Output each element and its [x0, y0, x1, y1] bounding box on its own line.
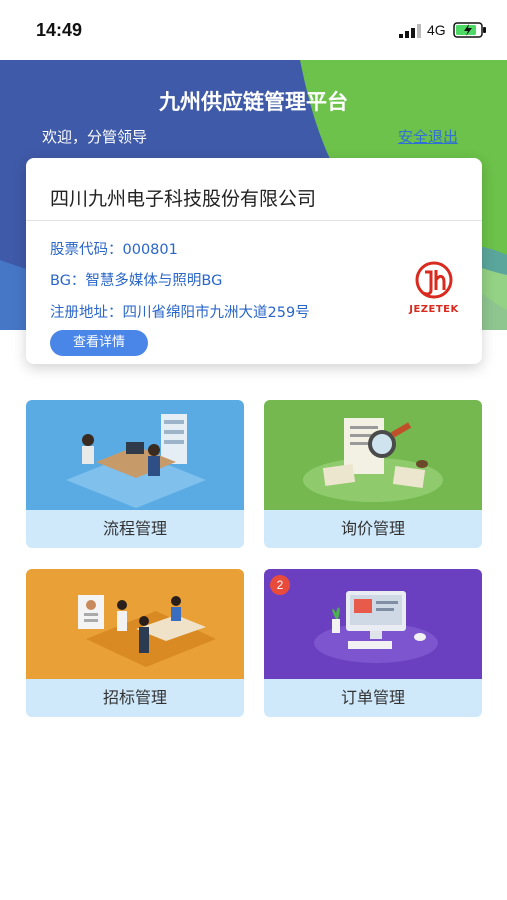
module-order-management[interactable]: 2 订单管理	[264, 569, 482, 717]
module-bidding-management[interactable]: 招标管理	[26, 569, 244, 717]
signal-icon	[399, 24, 421, 38]
card-divider	[26, 220, 482, 221]
company-name: 四川九州电子科技股份有限公司	[50, 188, 317, 210]
inquiry-magnifier-illustration	[264, 400, 482, 510]
welcome-text: 欢迎，分管领导	[42, 128, 148, 146]
module-label: 询价管理	[264, 510, 482, 548]
page-title: 九州供应链管理平台	[159, 90, 348, 114]
clock: 14:49	[36, 20, 83, 40]
module-label: 招标管理	[26, 679, 244, 717]
module-inquiry-management[interactable]: 询价管理	[264, 400, 482, 548]
jezetek-logo-icon	[415, 261, 453, 299]
bidding-team-illustration	[26, 569, 244, 679]
battery-charging-icon	[453, 22, 486, 38]
order-computer-illustration	[264, 569, 482, 679]
logo-wordmark: JEZETEK	[409, 304, 459, 315]
company-card: 四川九州电子科技股份有限公司 股票代码：000801 BG：智慧多媒体与照明BG…	[26, 158, 482, 364]
status-bar: 14:49 4G	[0, 0, 507, 60]
stock-code: 股票代码：000801	[50, 242, 178, 258]
notification-badge: 2	[270, 575, 290, 595]
logout-link[interactable]: 安全退出	[398, 126, 458, 147]
module-process-management[interactable]: 流程管理	[26, 400, 244, 548]
view-details-button[interactable]: 查看详情	[50, 330, 148, 356]
network-type: 4G	[427, 22, 446, 38]
business-group: BG：智慧多媒体与照明BG	[50, 273, 223, 289]
module-label: 订单管理	[264, 679, 482, 717]
office-meeting-illustration	[26, 400, 244, 510]
company-logo: JEZETEK	[398, 260, 470, 320]
registered-address: 注册地址：四川省绵阳市九洲大道259号	[50, 305, 310, 321]
module-label: 流程管理	[26, 510, 244, 548]
